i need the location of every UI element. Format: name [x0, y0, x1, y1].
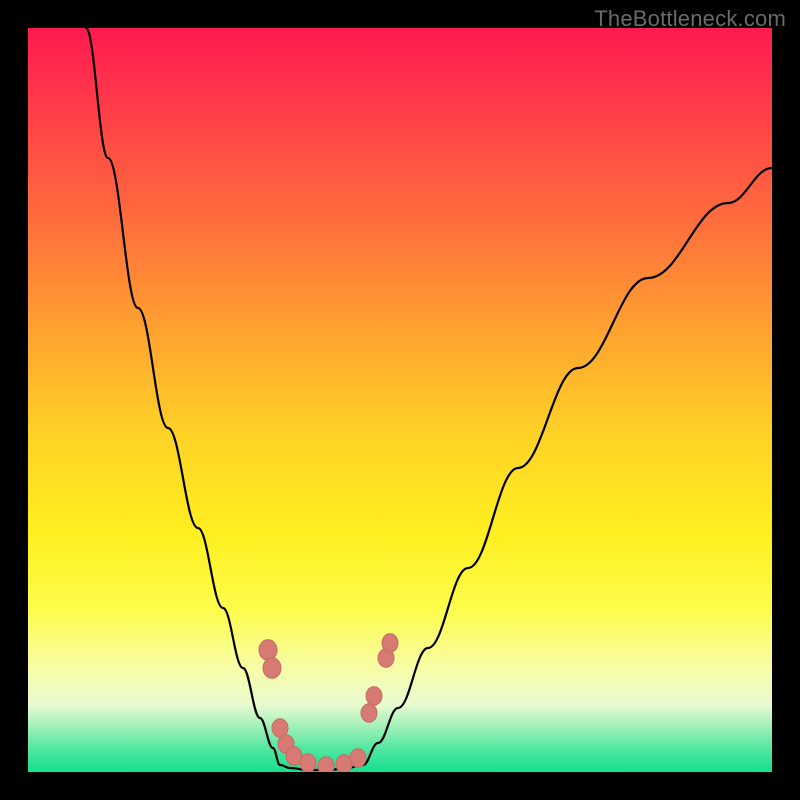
bottleneck-curve: [28, 28, 772, 772]
watermark-text: TheBottleneck.com: [594, 6, 786, 32]
data-marker: [382, 634, 398, 652]
data-marker: [366, 687, 382, 705]
data-marker: [318, 757, 334, 772]
curve-left-branch: [86, 28, 280, 765]
data-marker: [259, 640, 277, 661]
plot-area: [28, 28, 772, 772]
data-marker: [361, 704, 377, 722]
marker-group: [259, 634, 398, 772]
data-marker: [350, 749, 366, 767]
data-marker: [300, 754, 316, 772]
chart-frame: TheBottleneck.com: [0, 0, 800, 800]
data-marker: [263, 658, 281, 679]
curve-right-branch: [363, 168, 772, 765]
